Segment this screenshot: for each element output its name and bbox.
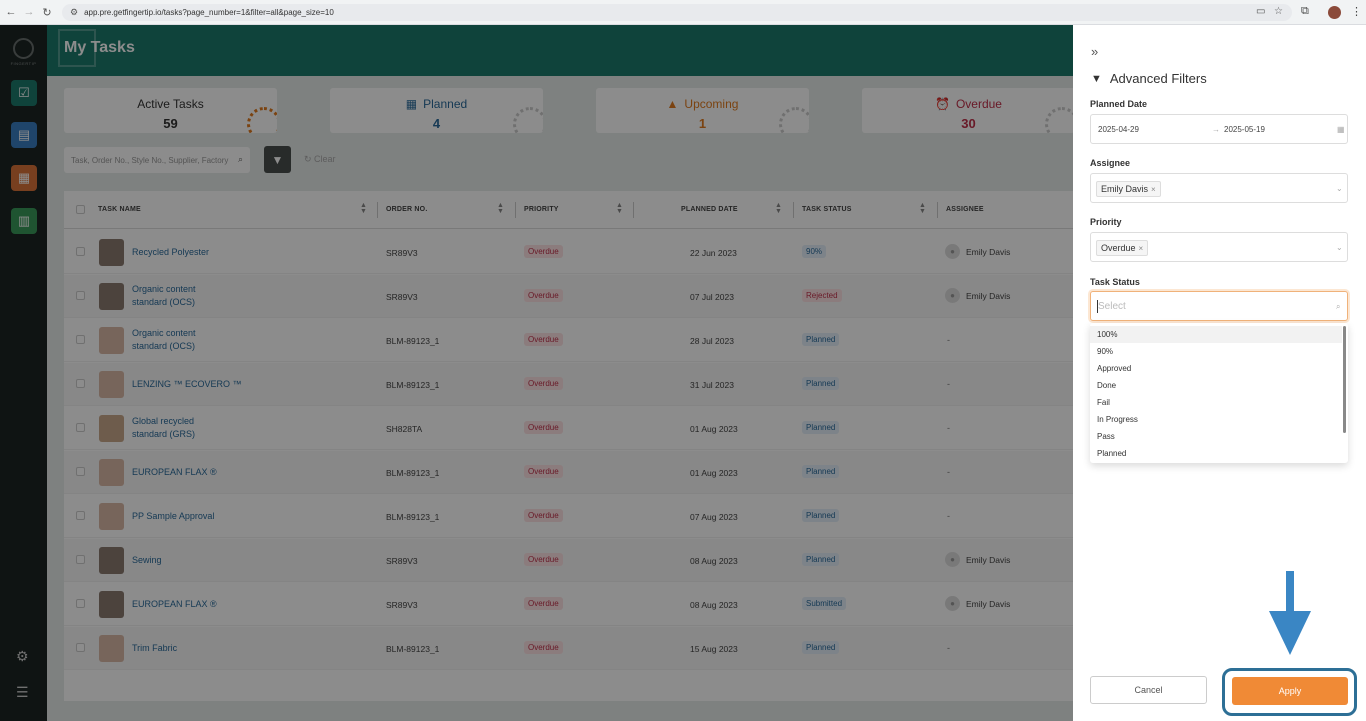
- remove-tag-icon[interactable]: ×: [1139, 244, 1144, 253]
- range-arrow-icon: →: [1212, 125, 1220, 134]
- status-option[interactable]: Approved: [1090, 360, 1342, 377]
- status-option[interactable]: 90%: [1090, 343, 1342, 360]
- priority-tag-label: Overdue: [1101, 243, 1136, 253]
- advanced-filters-panel: » ▼ Advanced Filters Planned Date 2025-0…: [1073, 25, 1366, 721]
- task-status-select[interactable]: Select ⌕: [1090, 291, 1348, 321]
- status-placeholder: Select: [1098, 301, 1126, 312]
- site-info-icon[interactable]: ⚙: [70, 7, 78, 18]
- status-option[interactable]: Done: [1090, 377, 1342, 394]
- assignee-tag: Emily Davis ×: [1096, 181, 1161, 197]
- status-option[interactable]: Planned: [1090, 445, 1342, 462]
- priority-select[interactable]: Overdue × ⌄: [1090, 232, 1348, 262]
- status-option[interactable]: Pass: [1090, 428, 1342, 445]
- date-to[interactable]: 2025-05-19: [1224, 125, 1265, 134]
- status-option[interactable]: Fail: [1090, 394, 1342, 411]
- search-icon: ⌕: [1336, 302, 1341, 311]
- profile-avatar[interactable]: [1328, 6, 1341, 19]
- bookmark-star-icon[interactable]: ☆: [1274, 6, 1283, 17]
- priority-tag: Overdue ×: [1096, 240, 1149, 256]
- task-status-label: Task Status: [1090, 277, 1140, 287]
- assignee-tag-label: Emily Davis: [1101, 184, 1149, 194]
- planned-date-range[interactable]: 2025-04-29 → 2025-05-19 ▦: [1090, 114, 1348, 144]
- status-option[interactable]: In Progress: [1090, 411, 1342, 428]
- collapse-panel-icon[interactable]: »: [1091, 44, 1098, 59]
- remove-tag-icon[interactable]: ×: [1151, 185, 1156, 194]
- chevron-down-icon[interactable]: ⌄: [1336, 184, 1343, 193]
- reload-icon[interactable]: ↻: [40, 6, 54, 19]
- back-icon[interactable]: ←: [4, 6, 18, 18]
- apply-button[interactable]: Apply: [1232, 677, 1348, 705]
- browser-menu-icon[interactable]: ⋮: [1351, 5, 1362, 18]
- url-text: app.pre.getfingertip.io/tasks?page_numbe…: [84, 8, 334, 17]
- task-status-dropdown: 100% 90% Approved Done Fail In Progress …: [1090, 323, 1348, 463]
- panel-title: ▼ Advanced Filters: [1091, 71, 1207, 86]
- cast-icon[interactable]: ▭: [1256, 6, 1265, 17]
- address-bar[interactable]: ⚙ app.pre.getfingertip.io/tasks?page_num…: [62, 4, 1292, 21]
- dropdown-scrollbar[interactable]: [1343, 326, 1346, 433]
- calendar-icon[interactable]: ▦: [1337, 125, 1345, 134]
- priority-label: Priority: [1090, 217, 1122, 227]
- panel-title-text: Advanced Filters: [1109, 71, 1207, 86]
- filter-icon: ▼: [1091, 72, 1102, 85]
- planned-date-label: Planned Date: [1090, 99, 1148, 109]
- date-from[interactable]: 2025-04-29: [1098, 125, 1139, 134]
- status-option[interactable]: 100%: [1090, 326, 1342, 343]
- pointer-arrow-icon: [1269, 571, 1311, 655]
- assignee-label: Assignee: [1090, 158, 1131, 168]
- assignee-select[interactable]: Emily Davis × ⌄: [1090, 173, 1348, 203]
- forward-icon[interactable]: →: [22, 6, 36, 18]
- cancel-button[interactable]: Cancel: [1090, 676, 1207, 704]
- modal-backdrop[interactable]: [0, 25, 1073, 721]
- browser-toolbar: ← → ↻ ⚙ app.pre.getfingertip.io/tasks?pa…: [0, 0, 1366, 25]
- extensions-icon[interactable]: ⧉: [1301, 5, 1309, 18]
- chevron-down-icon[interactable]: ⌄: [1336, 243, 1343, 252]
